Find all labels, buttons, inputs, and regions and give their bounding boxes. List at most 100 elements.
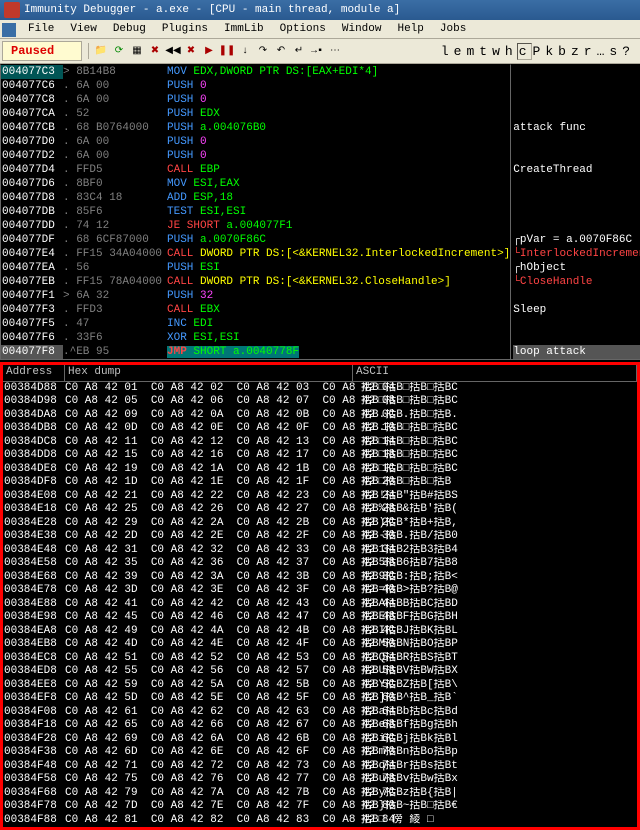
- dump-row[interactable]: 00384F48C0 A8 42 71 C0 A8 42 72 C0 A8 42…: [3, 760, 637, 774]
- comments-pane[interactable]: attack func CreateThread ┌pVar = a.0070F…: [511, 64, 640, 360]
- dump-row[interactable]: 00384D98C0 A8 42 05 C0 A8 42 06 C0 A8 42…: [3, 395, 637, 409]
- dump-row[interactable]: 00384ED8C0 A8 42 55 C0 A8 42 56 C0 A8 42…: [3, 665, 637, 679]
- dump-row[interactable]: 00384EC8C0 A8 42 51 C0 A8 42 52 C0 A8 42…: [3, 652, 637, 666]
- disassembly-pane[interactable]: 004077C3> 8B14B8MOV EDX,DWORD PTR DS:[EA…: [0, 64, 511, 360]
- dump-row[interactable]: 00384DC8C0 A8 42 11 C0 A8 42 12 C0 A8 42…: [3, 436, 637, 450]
- app-icon: [4, 2, 20, 18]
- disasm-row[interactable]: 004077D4. FFD5CALL EBP: [1, 163, 510, 177]
- menu-options[interactable]: Options: [272, 21, 334, 37]
- step-out-icon[interactable]: ↶: [273, 43, 289, 59]
- dump-row[interactable]: 00384F88C0 A8 42 81 C0 A8 42 82 C0 A8 42…: [3, 814, 637, 828]
- dump-row[interactable]: 00384F18C0 A8 42 65 C0 A8 42 66 C0 A8 42…: [3, 719, 637, 733]
- dump-row[interactable]: 00384E58C0 A8 42 35 C0 A8 42 36 C0 A8 42…: [3, 557, 637, 571]
- disasm-row[interactable]: 004077F1> 6A 32PUSH 32: [1, 289, 510, 303]
- disasm-row[interactable]: 004077CB. 68 B0764000PUSH a.004076B0: [1, 121, 510, 135]
- disasm-row[interactable]: 004077D2. 6A 00PUSH 0: [1, 149, 510, 163]
- dump-row[interactable]: 00384DE8C0 A8 42 19 C0 A8 42 1A C0 A8 42…: [3, 463, 637, 477]
- dump-row[interactable]: 00384F68C0 A8 42 79 C0 A8 42 7A C0 A8 42…: [3, 787, 637, 801]
- menu-window[interactable]: Window: [334, 21, 390, 37]
- dump-row[interactable]: 00384EF8C0 A8 42 5D C0 A8 42 5E C0 A8 42…: [3, 692, 637, 706]
- toolbar-letter-c[interactable]: c: [517, 43, 532, 60]
- toolbar-letter-m[interactable]: m: [465, 44, 478, 59]
- dump-row[interactable]: 00384DD8C0 A8 42 15 C0 A8 42 16 C0 A8 42…: [3, 449, 637, 463]
- grid-icon[interactable]: ▦: [129, 43, 145, 59]
- stop-icon[interactable]: ✖: [183, 43, 199, 59]
- return-icon[interactable]: ↵: [291, 43, 307, 59]
- menu-immlib[interactable]: ImmLib: [216, 21, 272, 37]
- disasm-row[interactable]: 004077DF. 68 6CF87000PUSH a.0070F86C: [1, 233, 510, 247]
- dump-row[interactable]: 00384E88C0 A8 42 41 C0 A8 42 42 C0 A8 42…: [3, 598, 637, 612]
- disasm-row[interactable]: 004077C6. 6A 00PUSH 0: [1, 79, 510, 93]
- toolbar-letter-l[interactable]: l: [440, 44, 453, 59]
- toolbar-letter-b[interactable]: b: [557, 44, 570, 59]
- dump-row[interactable]: 00384E98C0 A8 42 45 C0 A8 42 46 C0 A8 42…: [3, 611, 637, 625]
- disasm-row[interactable]: 004077F6. 33F6XOR ESI,ESI: [1, 331, 510, 345]
- window-title: Immunity Debugger - a.exe - [CPU - main …: [24, 4, 400, 16]
- close-icon[interactable]: ✖: [147, 43, 163, 59]
- dump-row[interactable]: 00384E48C0 A8 42 31 C0 A8 42 32 C0 A8 42…: [3, 544, 637, 558]
- disasm-row[interactable]: 004077F3. FFD3CALL EBX: [1, 303, 510, 317]
- disasm-row[interactable]: 004077DD. 74 12JE SHORT a.004077F1: [1, 219, 510, 233]
- comment-row: [513, 317, 640, 331]
- cpu-pane: 004077C3> 8B14B8MOV EDX,DWORD PTR DS:[EA…: [0, 64, 640, 360]
- hex-dump-pane[interactable]: Address Hex dump ASCII 00384D88C0 A8 42 …: [0, 362, 640, 830]
- disasm-row[interactable]: 004077E4. FF15 34A04000CALL DWORD PTR DS…: [1, 247, 510, 261]
- disasm-row[interactable]: 004077DB. 85F6TEST ESI,ESI: [1, 205, 510, 219]
- dump-row[interactable]: 00384DF8C0 A8 42 1D C0 A8 42 1E C0 A8 42…: [3, 476, 637, 490]
- disasm-row[interactable]: 004077D6. 8BF0MOV ESI,EAX: [1, 177, 510, 191]
- dump-row[interactable]: 00384D88C0 A8 42 01 C0 A8 42 02 C0 A8 42…: [3, 382, 637, 396]
- disasm-row[interactable]: 004077CA. 52PUSH EDX: [1, 107, 510, 121]
- menu-view[interactable]: View: [62, 21, 104, 37]
- toolbar-letter-t[interactable]: t: [478, 44, 491, 59]
- toolbar-letter-r[interactable]: r: [583, 44, 596, 59]
- toolbar-letter-s[interactable]: s: [608, 44, 621, 59]
- dump-row[interactable]: 00384E78C0 A8 42 3D C0 A8 42 3E C0 A8 42…: [3, 584, 637, 598]
- toolbar-letter-h[interactable]: h: [504, 44, 517, 59]
- refresh-icon[interactable]: ⟳: [111, 43, 127, 59]
- window-icon[interactable]: [2, 23, 16, 37]
- toolbar-letter-e[interactable]: e: [453, 44, 466, 59]
- step-icon[interactable]: ↓: [237, 43, 253, 59]
- dump-row[interactable]: 00384E28C0 A8 42 29 C0 A8 42 2A C0 A8 42…: [3, 517, 637, 531]
- menu-plugins[interactable]: Plugins: [154, 21, 216, 37]
- step-over-icon[interactable]: ↷: [255, 43, 271, 59]
- menu-debug[interactable]: Debug: [105, 21, 154, 37]
- dump-row[interactable]: 00384E18C0 A8 42 25 C0 A8 42 26 C0 A8 42…: [3, 503, 637, 517]
- dump-row[interactable]: 00384E68C0 A8 42 39 C0 A8 42 3A C0 A8 42…: [3, 571, 637, 585]
- dump-row[interactable]: 00384F28C0 A8 42 69 C0 A8 42 6A C0 A8 42…: [3, 733, 637, 747]
- disasm-row[interactable]: 004077D0. 6A 00PUSH 0: [1, 135, 510, 149]
- dump-row[interactable]: 00384EB8C0 A8 42 4D C0 A8 42 4E C0 A8 42…: [3, 638, 637, 652]
- toolbar-letter-P[interactable]: P: [532, 44, 545, 59]
- dump-row[interactable]: 00384DA8C0 A8 42 09 C0 A8 42 0A C0 A8 42…: [3, 409, 637, 423]
- disasm-row[interactable]: 004077F5. 47INC EDI: [1, 317, 510, 331]
- dump-row[interactable]: 00384E38C0 A8 42 2D C0 A8 42 2E C0 A8 42…: [3, 530, 637, 544]
- dump-row[interactable]: 00384EA8C0 A8 42 49 C0 A8 42 4A C0 A8 42…: [3, 625, 637, 639]
- dump-row[interactable]: 00384EE8C0 A8 42 59 C0 A8 42 5A C0 A8 42…: [3, 679, 637, 693]
- dump-row[interactable]: 00384E08C0 A8 42 21 C0 A8 42 22 C0 A8 42…: [3, 490, 637, 504]
- other-icon[interactable]: ⋯: [327, 43, 343, 59]
- disasm-row[interactable]: 004077D8. 83C4 18ADD ESP,18: [1, 191, 510, 205]
- toolbar-letter-w[interactable]: w: [491, 44, 504, 59]
- menu-file[interactable]: File: [20, 21, 62, 37]
- toolbar-letter-…[interactable]: …: [596, 44, 609, 59]
- dump-row[interactable]: 00384F58C0 A8 42 75 C0 A8 42 76 C0 A8 42…: [3, 773, 637, 787]
- pause-icon[interactable]: ❚❚: [219, 43, 235, 59]
- menu-help[interactable]: Help: [389, 21, 431, 37]
- disasm-row[interactable]: 004077F8.^EB 95JMP SHORT a.0040778F: [1, 345, 510, 359]
- dump-row[interactable]: 00384F78C0 A8 42 7D C0 A8 42 7E C0 A8 42…: [3, 800, 637, 814]
- toolbar-letter-z[interactable]: z: [570, 44, 583, 59]
- disasm-row[interactable]: 004077C3> 8B14B8MOV EDX,DWORD PTR DS:[EA…: [1, 65, 510, 79]
- toolbar-letter-k[interactable]: k: [544, 44, 557, 59]
- disasm-row[interactable]: 004077EB. FF15 78A04000CALL DWORD PTR DS…: [1, 275, 510, 289]
- menu-jobs[interactable]: Jobs: [432, 21, 474, 37]
- open-icon[interactable]: 📁: [93, 43, 109, 59]
- disasm-row[interactable]: 004077EA. 56PUSH ESI: [1, 261, 510, 275]
- play-icon[interactable]: ▶: [201, 43, 217, 59]
- dump-row[interactable]: 00384F08C0 A8 42 61 C0 A8 42 62 C0 A8 42…: [3, 706, 637, 720]
- dump-row[interactable]: 00384DB8C0 A8 42 0D C0 A8 42 0E C0 A8 42…: [3, 422, 637, 436]
- rewind-icon[interactable]: ◀◀: [165, 43, 181, 59]
- goto-icon[interactable]: →▪: [309, 43, 325, 59]
- disasm-row[interactable]: 004077C8. 6A 00PUSH 0: [1, 93, 510, 107]
- dump-row[interactable]: 00384F38C0 A8 42 6D C0 A8 42 6E C0 A8 42…: [3, 746, 637, 760]
- toolbar-letter-?[interactable]: ?: [621, 44, 634, 59]
